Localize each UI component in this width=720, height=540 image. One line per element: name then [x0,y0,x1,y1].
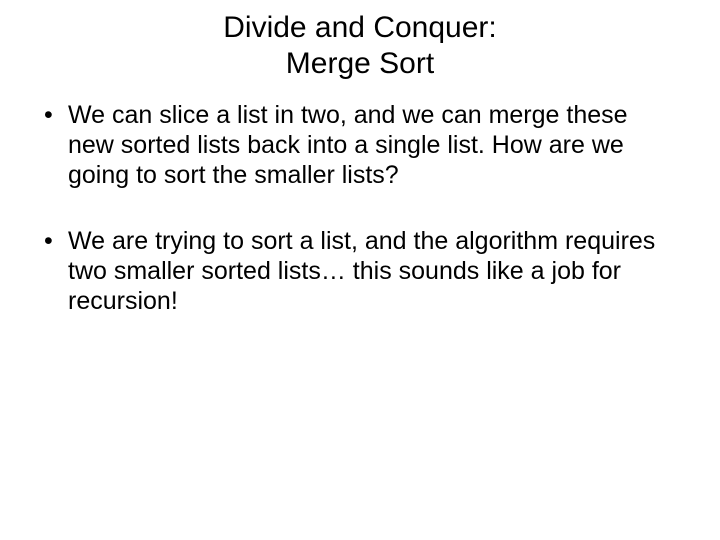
bullet-item: We are trying to sort a list, and the al… [40,226,680,316]
bullet-item: We can slice a list in two, and we can m… [40,100,680,190]
bullet-list: We can slice a list in two, and we can m… [40,100,680,316]
title-line-2: Merge Sort [40,46,680,82]
slide-title: Divide and Conquer: Merge Sort [40,10,680,82]
slide: Divide and Conquer: Merge Sort We can sl… [0,0,720,540]
title-line-1: Divide and Conquer: [40,10,680,46]
